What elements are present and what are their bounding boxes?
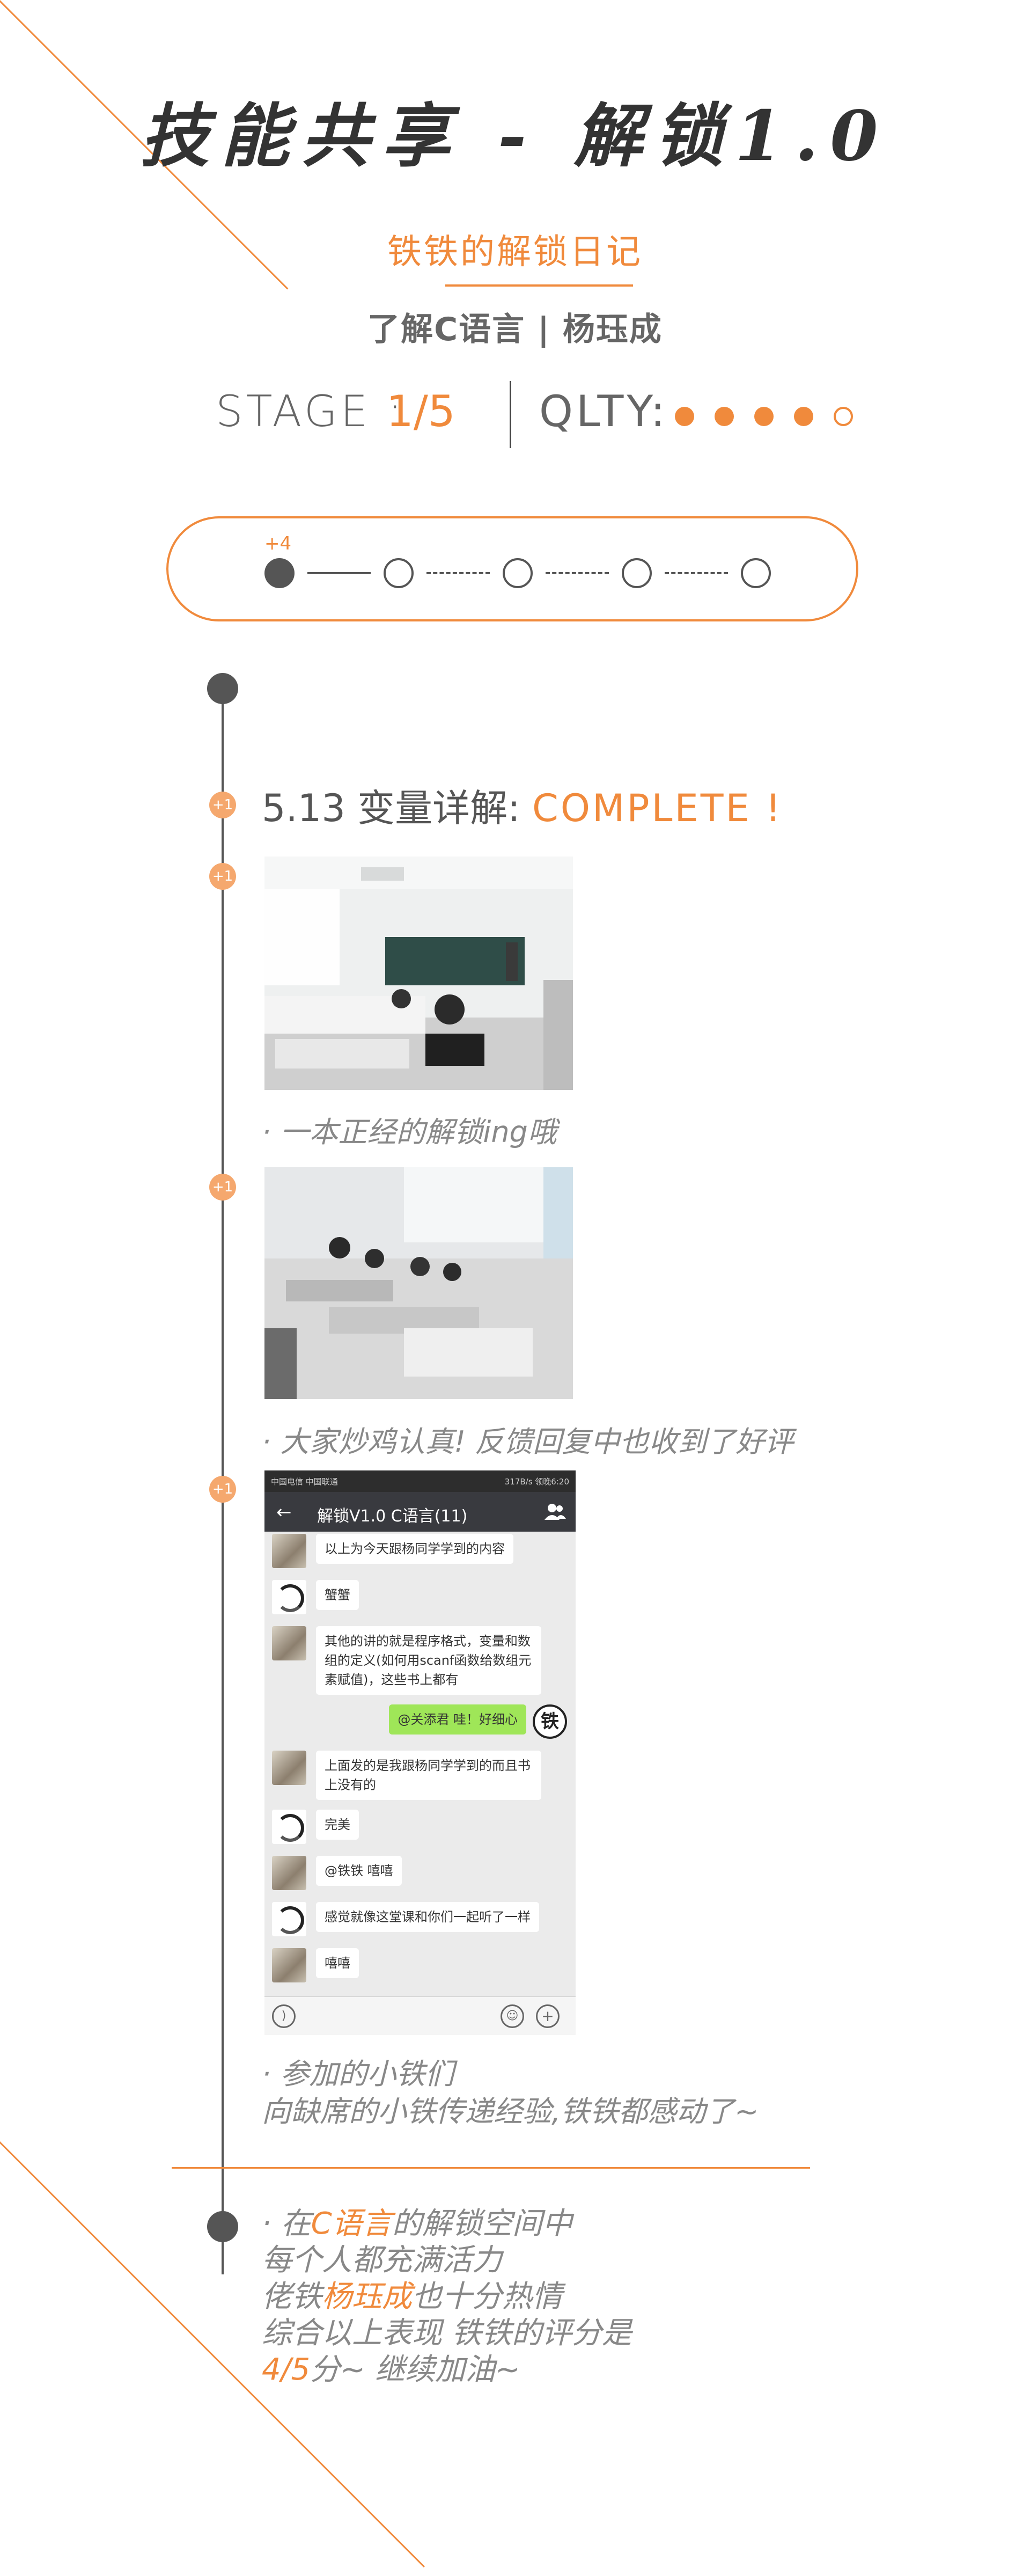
timeline-plus-badge: +1 <box>209 863 236 890</box>
back-arrow-icon[interactable]: ← <box>276 1502 292 1523</box>
progress-node <box>264 558 295 588</box>
plus-icon[interactable]: + <box>536 2004 560 2028</box>
avatar[interactable] <box>272 1902 306 1936</box>
summary-text: · 在 <box>262 2206 311 2241</box>
quality-label: QLTY: <box>539 386 668 436</box>
quality-dot-filled <box>754 407 774 426</box>
section-date-title: 5.13 变量详解: <box>262 786 520 830</box>
chat-message-bubble: 蟹蟹 <box>316 1580 359 1610</box>
timeline-plus-badge: +1 <box>209 792 236 818</box>
chat-input-bar: ) ☺ + <box>264 1996 576 2035</box>
summary-line-1: · 在C语言的解锁空间中 <box>262 2206 632 2242</box>
summary-block: · 在C语言的解锁空间中 每个人都充满活力 佬铁杨珏成也十分热情 综合以上表现 … <box>262 2206 632 2388</box>
group-members-icon[interactable] <box>545 1503 566 1521</box>
timeline-node-end <box>207 2211 238 2242</box>
summary-highlight-teacher: 杨珏成 <box>322 2279 412 2314</box>
stage-label: STAGE : <box>216 386 406 436</box>
chat-message-bubble: 感觉就像这堂课和你们一起听了一样 <box>316 1902 539 1932</box>
timeline-node-start <box>207 673 238 704</box>
quality-dot-filled <box>794 407 813 426</box>
progress-connector <box>665 572 728 574</box>
timeline-plus-badge: +1 <box>209 1174 236 1201</box>
summary-text: 佬铁 <box>262 2279 322 2314</box>
summary-line-2: 每个人都充满活力 <box>262 2243 502 2278</box>
avatar[interactable] <box>272 1580 306 1614</box>
progress-node <box>503 558 533 588</box>
photo-caption-2: · 大家炒鸡认真! 反馈回复中也收到了好评 <box>262 1425 794 1459</box>
chat-message-bubble: 嘻嘻 <box>316 1948 359 1978</box>
chat-message-bubble: 完美 <box>316 1810 359 1840</box>
progress-node <box>384 558 414 588</box>
section-status: COMPLETE ! <box>532 786 783 830</box>
quality-rating <box>675 407 857 428</box>
avatar[interactable] <box>272 1810 306 1844</box>
avatar[interactable] <box>272 1751 306 1785</box>
progress-node <box>622 558 652 588</box>
phone-status-bar: 中国电信 中国联通 317B/s 领晚6:20 <box>264 1470 576 1492</box>
summary-score: 4/5 <box>262 2352 311 2387</box>
status-carrier: 中国电信 中国联通 <box>271 1477 338 1487</box>
seal-avatar[interactable]: 铁 <box>533 1704 567 1739</box>
voice-icon[interactable]: ) <box>272 2004 296 2028</box>
summary-text: 的解锁空间中 <box>392 2206 572 2241</box>
progress-connector <box>546 572 609 574</box>
chat-caption-line-1: · 参加的小铁们 <box>262 2057 454 2091</box>
avatar[interactable] <box>272 1626 306 1660</box>
progress-node <box>741 558 771 588</box>
classroom-photo-1 <box>264 857 573 1090</box>
chat-message-bubble: 其他的讲的就是程序格式，变量和数组的定义(如何用scanf函数给数组元素赋值)，… <box>316 1626 541 1695</box>
stage-value: 1/5 <box>386 386 455 436</box>
summary-highlight-language: C语言 <box>311 2206 392 2241</box>
section-heading: 5.13 变量详解: COMPLETE ! <box>262 778 783 832</box>
photo-caption-1: · 一本正经的解锁ing哦 <box>262 1115 557 1149</box>
topic-line: 了解C语言 | 杨珏成 <box>367 311 663 348</box>
classroom-photo-2-illustration <box>264 1167 573 1399</box>
progress-badge: +4 <box>264 533 292 554</box>
summary-text: 也十分热情 <box>412 2279 562 2314</box>
diary-subtitle: 铁铁的解锁日记 <box>387 232 643 272</box>
subtitle-underline <box>445 284 633 287</box>
emoji-icon[interactable]: ☺ <box>501 2004 524 2028</box>
chat-header: ← 解锁V1.0 C语言(11) <box>264 1492 576 1532</box>
chat-message-bubble: 以上为今天跟杨同学学到的内容 <box>316 1534 513 1564</box>
quality-dot-filled <box>675 407 694 426</box>
chat-caption-line-2: 向缺席的小铁传递经验,铁铁都感动了~ <box>262 2095 759 2128</box>
stage-divider <box>510 381 511 448</box>
timeline-plus-badge: +1 <box>209 1476 236 1503</box>
progress-connector <box>426 572 490 574</box>
chat-message-bubble: 上面发的是我跟杨同学学到的而且书上没有的 <box>316 1751 541 1800</box>
chat-title: 解锁V1.0 C语言(11) <box>317 1507 468 1526</box>
progress-connector <box>307 572 371 574</box>
chat-screenshot: 中国电信 中国联通 317B/s 领晚6:20 ← 解锁V1.0 C语言(11)… <box>264 1470 576 2035</box>
avatar[interactable] <box>272 1856 306 1890</box>
quality-dot-filled <box>715 407 734 426</box>
summary-line-3: 佬铁杨珏成也十分热情 <box>262 2279 632 2315</box>
chat-message-bubble: @铁铁 嘻嘻 <box>316 1856 402 1886</box>
avatar[interactable] <box>272 1534 306 1568</box>
page-title: 技能共享 - 解锁1.0 <box>140 96 890 177</box>
avatar[interactable] <box>272 1948 306 1982</box>
quality-dot-empty <box>834 407 853 426</box>
section-divider <box>172 2167 810 2169</box>
classroom-photo-2 <box>264 1167 573 1399</box>
status-right: 317B/s 领晚6:20 <box>504 1477 569 1487</box>
summary-line-5: 4/5分~ 继续加油~ <box>262 2352 632 2388</box>
chat-message-bubble: @关添君 哇！好细心 <box>389 1704 526 1735</box>
classroom-photo-1-illustration <box>264 857 573 1090</box>
summary-text: 分~ 继续加油~ <box>310 2352 520 2387</box>
summary-line-4: 综合以上表现 铁铁的评分是 <box>262 2316 632 2351</box>
chat-caption: · 参加的小铁们 向缺席的小铁传递经验,铁铁都感动了~ <box>262 2055 759 2131</box>
